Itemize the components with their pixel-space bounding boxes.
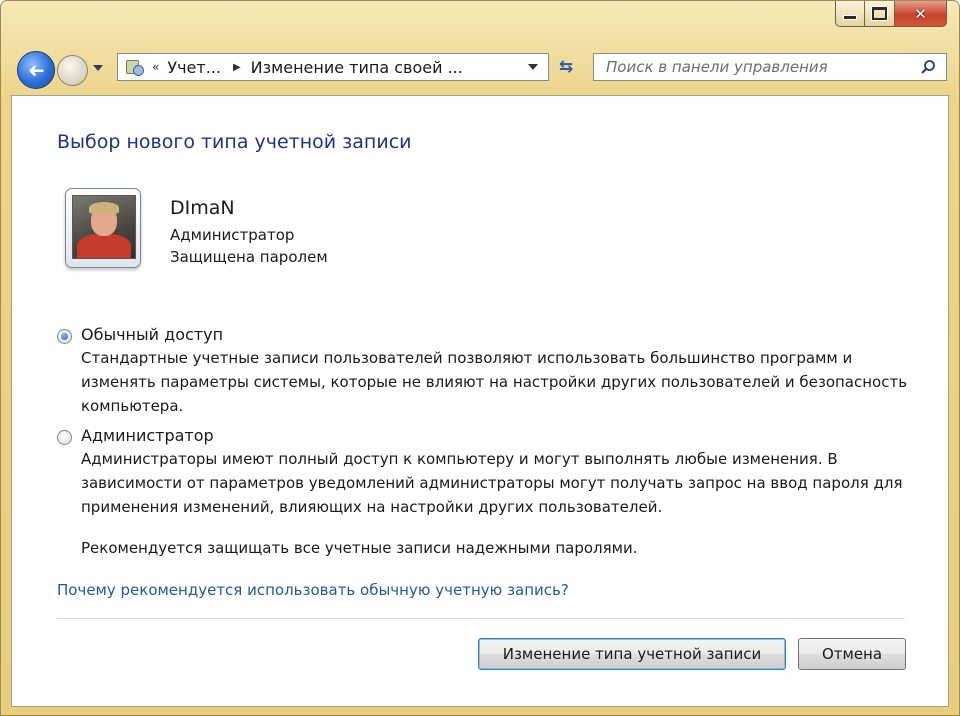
refresh-icon[interactable]: ⇆	[553, 55, 579, 79]
user-role: Администратор	[170, 226, 295, 244]
cancel-button[interactable]: Отмена	[798, 638, 906, 670]
breadcrumb-item-change-type[interactable]: Изменение типа своей ...	[251, 58, 463, 77]
divider	[57, 618, 905, 619]
option-label-administrator[interactable]: Администратор	[81, 426, 214, 445]
control-panel-icon	[124, 58, 144, 76]
radio-standard[interactable]	[57, 329, 72, 344]
user-name: DImaN	[170, 197, 235, 219]
search-icon[interactable]	[916, 55, 940, 79]
recommendation-text: Рекомендуется защищать все учетные запис…	[81, 539, 638, 557]
minimize-icon	[843, 14, 857, 20]
close-button[interactable]: ✕	[895, 1, 947, 27]
change-account-type-button[interactable]: Изменение типа учетной записи	[478, 638, 786, 670]
forward-button[interactable]	[57, 55, 88, 86]
minimize-button[interactable]	[835, 1, 865, 27]
maximize-icon	[872, 7, 887, 20]
content-area: Выбор нового типа учетной записи DImaN А…	[11, 95, 949, 707]
option-description-administrator: Администраторы имеют полный доступ к ком…	[81, 450, 903, 516]
close-icon: ✕	[914, 4, 927, 23]
caption-buttons: ✕	[835, 1, 947, 29]
address-bar[interactable]: « Учет... ▶ Изменение типа своей ...	[117, 53, 549, 81]
navigation-bar: ➜ « Учет... ▶ Изменение типа своей ... ⇆	[1, 45, 959, 93]
page-title: Выбор нового типа учетной записи	[57, 131, 412, 153]
breadcrumb-item-accounts[interactable]: Учет...	[167, 58, 221, 77]
chevron-down-icon[interactable]	[528, 64, 538, 70]
option-description-standard: Стандартные учетные записи пользователей…	[81, 349, 908, 415]
breadcrumb-overflow[interactable]: «	[152, 60, 159, 74]
user-picture	[72, 195, 136, 259]
back-button[interactable]: ➜	[17, 51, 55, 89]
recent-pages-dropdown[interactable]	[93, 65, 103, 71]
avatar	[65, 188, 141, 268]
search-box[interactable]	[593, 53, 947, 81]
maximize-button[interactable]	[865, 1, 895, 27]
why-standard-link[interactable]: Почему рекомендуется использовать обычну…	[57, 581, 569, 599]
arrow-left-icon: ➜	[27, 58, 45, 82]
search-input[interactable]	[604, 57, 916, 77]
chevron-right-icon[interactable]: ▶	[233, 62, 241, 73]
option-label-standard[interactable]: Обычный доступ	[81, 325, 223, 344]
user-password-status: Защищена паролем	[170, 248, 328, 266]
radio-administrator[interactable]	[57, 430, 72, 445]
window: ✕ ➜ « Учет... ▶ Изменение типа своей ...…	[0, 0, 960, 716]
